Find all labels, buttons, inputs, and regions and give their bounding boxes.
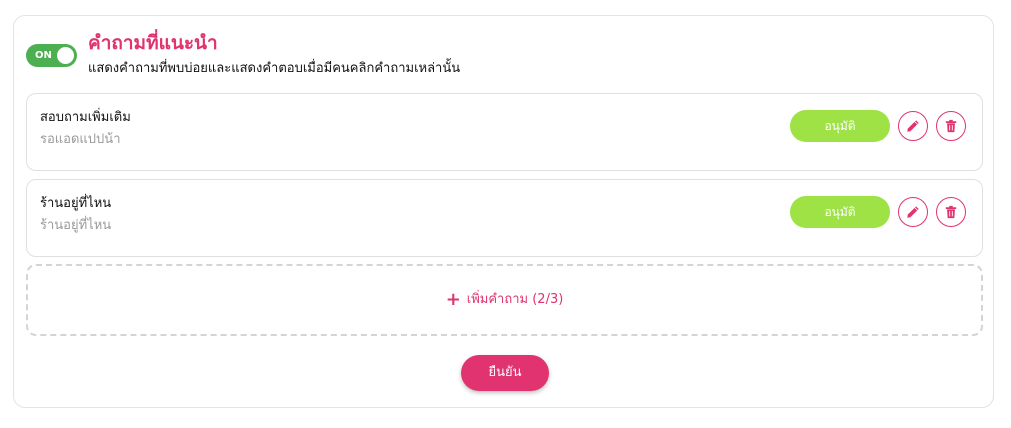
toggle-knob (57, 47, 74, 64)
question-item: ร้านอยู่ที่ไหน ร้านอยู่ที่ไหน อนุมัติ (26, 179, 983, 257)
question-text: ร้านอยู่ที่ไหน (40, 196, 112, 211)
suggested-questions-toggle[interactable]: ON (26, 44, 77, 67)
edit-button[interactable] (898, 197, 928, 227)
suggested-questions-card: ON คำถามที่แนะนำ แสดงคำถามที่พบบ่อยและแส… (13, 15, 994, 408)
add-question-label: เพิ่มคำถาม (2/3) (466, 292, 564, 307)
trash-icon (945, 205, 957, 219)
trash-icon (945, 119, 957, 133)
section-subtitle: แสดงคำถามที่พบบ่อยและแสดงคำตอบเมื่อมีคนค… (88, 61, 461, 76)
section-title: คำถามที่แนะนำ (88, 32, 218, 54)
toggle-label: ON (35, 50, 52, 61)
add-question-button[interactable]: + เพิ่มคำถาม (2/3) (26, 264, 983, 336)
approve-button[interactable]: อนุมัติ (790, 196, 890, 228)
answer-text: ร้านอยู่ที่ไหน (40, 218, 112, 233)
question-item: สอบถามเพิ่มเติม รอแอดแปปน้า อนุมัติ (26, 93, 983, 171)
pencil-icon (907, 120, 919, 132)
pencil-icon (907, 206, 919, 218)
delete-button[interactable] (936, 197, 966, 227)
confirm-button[interactable]: ยืนยัน (461, 355, 549, 391)
delete-button[interactable] (936, 111, 966, 141)
card-header: ON คำถามที่แนะนำ แสดงคำถามที่พบบ่อยและแส… (26, 30, 981, 86)
question-text: สอบถามเพิ่มเติม (40, 110, 131, 125)
edit-button[interactable] (898, 111, 928, 141)
answer-text: รอแอดแปปน้า (40, 132, 121, 147)
plus-icon: + (445, 289, 461, 310)
approve-button[interactable]: อนุมัติ (790, 110, 890, 142)
